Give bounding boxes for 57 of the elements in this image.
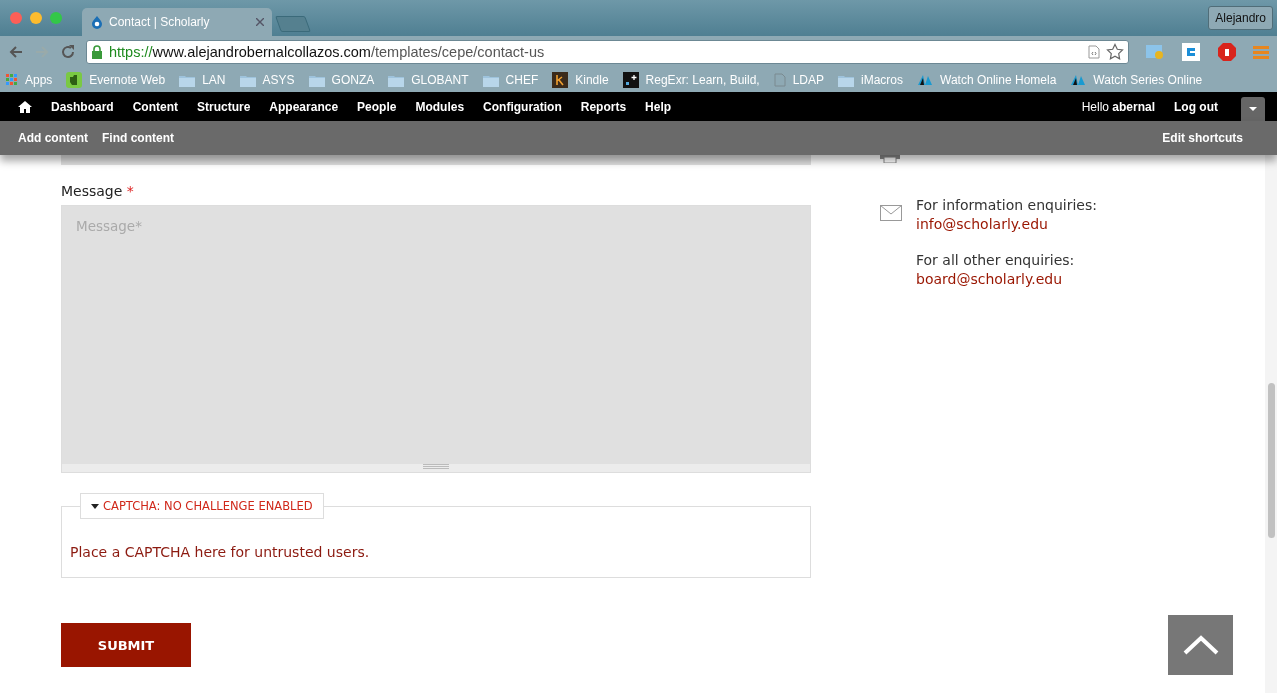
folder-icon <box>838 73 855 87</box>
caret-icon <box>91 503 99 509</box>
field-label: Message * <box>61 183 135 199</box>
folder-icon <box>308 73 325 87</box>
drop-icon <box>90 15 104 29</box>
admin-menu-link[interactable]: Help <box>645 99 672 114</box>
admin-menu-link[interactable]: Structure <box>197 99 251 114</box>
toolbar-toggle-button[interactable] <box>1241 97 1265 121</box>
submit-button[interactable]: SUBMIT <box>61 623 191 667</box>
contact-label: For information enquiries: <box>916 197 1097 213</box>
back-to-top-button[interactable] <box>1168 615 1233 675</box>
captcha-toggle[interactable]: CAPTCHA: NO CHALLENGE ENABLED <box>80 493 324 519</box>
greeting-text: Hello abernal <box>1081 99 1155 114</box>
resize-grip-icon <box>423 464 449 469</box>
resize-handle[interactable] <box>61 464 811 473</box>
admin-menu-link[interactable]: Reports <box>580 99 627 114</box>
admin-menu-link[interactable]: Dashboard <box>51 99 114 114</box>
captcha-description: Place a CAPTCHA here for untrusted users. <box>70 544 371 560</box>
lock-icon <box>91 45 103 59</box>
tab-title: Contact | Scholarly <box>109 15 211 29</box>
admin-menu-link[interactable]: Content <box>132 99 178 114</box>
scrollbar-thumb[interactable] <box>1268 383 1275 538</box>
apps-grid-icon <box>6 74 18 86</box>
kindle-icon <box>552 72 569 88</box>
page-icon[interactable] <box>1088 45 1100 59</box>
shortcut-link[interactable]: Add content <box>18 131 88 145</box>
folder-icon <box>388 73 405 87</box>
shortcut-link[interactable]: Find content <box>102 131 174 145</box>
email-link[interactable]: board@scholarly.edu <box>916 271 1097 287</box>
admin-menu-link[interactable]: Configuration <box>483 99 562 114</box>
email-link[interactable]: info@scholarly.edu <box>916 216 1097 232</box>
back-icon[interactable] <box>8 44 24 60</box>
address-field[interactable]: https://www.alejandrobernalcollazos.com/templates/cepe/contact-us <box>86 40 1129 64</box>
folder-icon <box>482 73 499 87</box>
home-icon[interactable] <box>18 100 32 113</box>
edit-shortcuts-link[interactable]: Edit shortcuts <box>1162 131 1243 145</box>
envelope-icon <box>880 205 902 221</box>
reload-icon[interactable] <box>60 44 76 60</box>
admin-menu-link[interactable]: Modules <box>415 99 465 114</box>
input-field[interactable] <box>61 155 811 165</box>
minimize-window-button[interactable] <box>30 12 42 24</box>
admin-menu-link[interactable]: Appearance <box>269 99 339 114</box>
stop-hand-icon[interactable] <box>1217 42 1237 62</box>
folder-icon <box>239 73 256 87</box>
logout-link[interactable]: Log out <box>1174 99 1218 114</box>
chevron-up-icon <box>1182 635 1219 655</box>
profile-button[interactable]: Alejandro <box>1208 6 1273 30</box>
extension-icon[interactable] <box>1181 42 1201 62</box>
caret-icon <box>1249 107 1257 111</box>
close-icon[interactable] <box>256 18 264 26</box>
page-icon <box>773 73 786 87</box>
zoom-window-button[interactable] <box>50 12 62 24</box>
new-tab-button[interactable] <box>275 16 311 32</box>
star-icon[interactable] <box>1106 43 1124 61</box>
contact-label: For all other enquiries: <box>916 252 1076 268</box>
folder-icon <box>179 73 196 87</box>
admin-menu-link[interactable]: People <box>357 99 397 114</box>
